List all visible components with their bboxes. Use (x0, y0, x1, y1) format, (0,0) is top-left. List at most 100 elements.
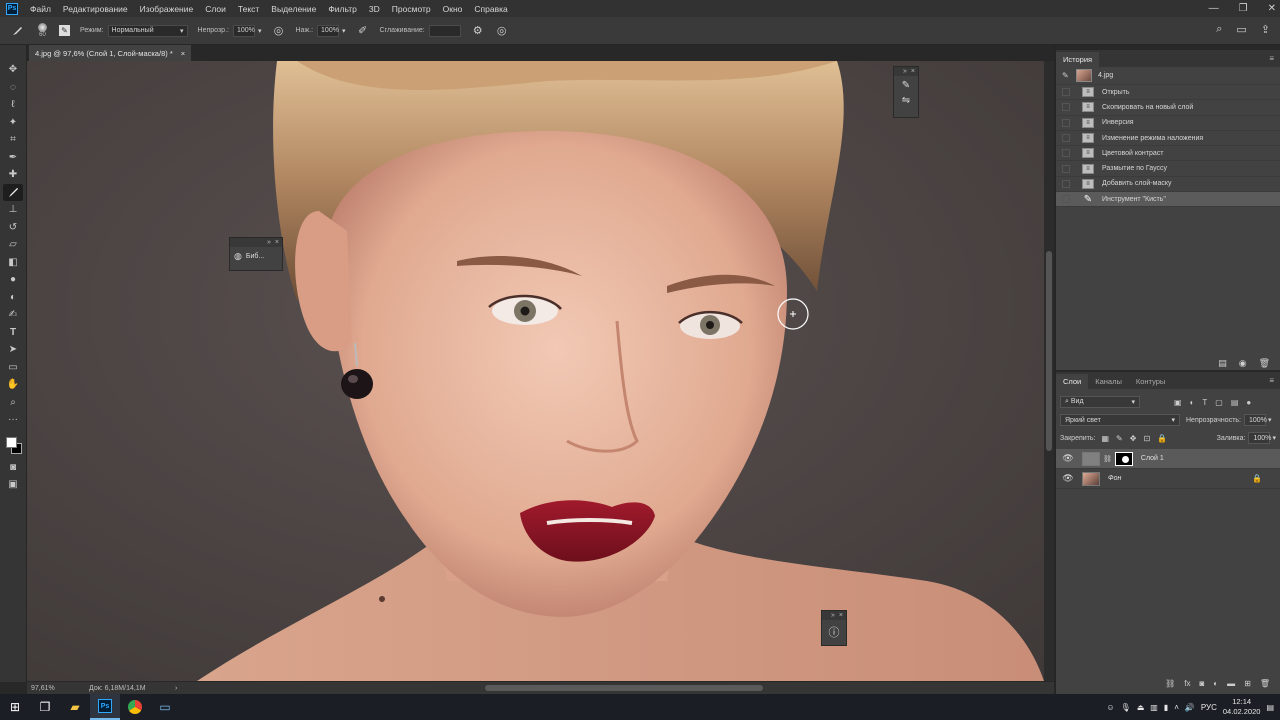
chevron-down-icon[interactable]: ▾ (258, 27, 262, 35)
snapshot-camera-icon[interactable]: ◉ (1239, 358, 1247, 369)
menu-image[interactable]: Изображение (134, 4, 200, 14)
trash-icon[interactable]: 🗑 (1259, 358, 1270, 369)
color-swatches[interactable] (3, 435, 23, 459)
tab-channels[interactable]: Каналы (1088, 374, 1129, 389)
info-icon[interactable]: ⓘ (822, 624, 846, 640)
gradient-tool-icon[interactable]: ◧ (3, 254, 23, 272)
mode-select[interactable]: Нормальный ▾ (107, 24, 188, 37)
tab-paths[interactable]: Контуры (1129, 374, 1172, 389)
menu-3d[interactable]: 3D (363, 4, 386, 14)
layer-opacity-input[interactable]: 100% (1244, 414, 1267, 426)
adjustments-panel-icon[interactable]: ⇋ (894, 95, 918, 106)
eraser-tool-icon[interactable]: ▱ (3, 236, 23, 254)
menu-edit[interactable]: Редактирование (57, 4, 134, 14)
blend-mode-select[interactable]: Яркий свет ▾ (1060, 414, 1180, 426)
search-icon[interactable]: ⌕ (1216, 23, 1222, 36)
collapse-icon[interactable]: » (903, 68, 907, 75)
tab-layers[interactable]: Слои (1056, 374, 1089, 389)
pressure-size-icon[interactable]: ◎ (495, 24, 509, 38)
type-tool-icon[interactable]: T (3, 324, 23, 342)
layer-mask-thumbnail[interactable] (1114, 451, 1133, 466)
history-source-checkbox[interactable] (1062, 134, 1070, 143)
healing-brush-tool-icon[interactable]: ✚ (3, 166, 23, 184)
history-source-checkbox[interactable] (1062, 149, 1070, 158)
screen-mode-icon[interactable]: ▣ (3, 476, 23, 494)
airbrush-icon[interactable]: ✐ (356, 24, 370, 38)
eyedropper-tool-icon[interactable]: ✒ (3, 149, 23, 167)
close-icon[interactable]: × (911, 68, 915, 75)
marquee-tool-icon[interactable]: ◌ (3, 79, 23, 97)
clock[interactable]: 12:14 04.02.2020 (1223, 697, 1261, 717)
rectangle-tool-icon[interactable]: ▭ (3, 359, 23, 377)
collapse-icon[interactable]: » (267, 239, 271, 246)
blur-tool-icon[interactable]: ● (3, 271, 23, 289)
windows-start-icon[interactable]: ⊞ (0, 694, 30, 720)
brush-tool-preset-icon[interactable] (10, 24, 24, 38)
lock-transparency-icon[interactable]: ▦ (1101, 434, 1109, 443)
link-icon[interactable]: ⛓ (1103, 455, 1112, 463)
history-item[interactable]: ≡ Открыть (1056, 85, 1280, 101)
history-item[interactable]: ≡ Добавить слой-маску (1056, 177, 1280, 193)
menu-filter[interactable]: Фильтр (322, 4, 363, 14)
brush-settings-icon[interactable]: ✎ (59, 25, 70, 36)
restore-icon[interactable]: ❐ (1239, 3, 1248, 14)
move-tool-icon[interactable]: ✥ (3, 61, 23, 79)
close-icon[interactable]: × (181, 49, 185, 58)
link-layers-icon[interactable]: ⛓ (1165, 679, 1175, 688)
quick-mask-icon[interactable]: ◙ (3, 459, 23, 477)
opacity-input[interactable]: 100% (232, 24, 255, 37)
layer-row-background[interactable]: 👁 Фон 🔒 (1056, 469, 1280, 489)
history-item[interactable]: ≡ Изменение режима наложения (1056, 131, 1280, 147)
photoshop-taskbar-icon[interactable]: Ps (90, 694, 120, 720)
menu-text[interactable]: Текст (232, 4, 265, 14)
lock-artboard-icon[interactable]: ⊡ (1143, 434, 1150, 443)
horizontal-scroll-thumb[interactable] (485, 685, 763, 691)
foreground-color[interactable] (6, 436, 17, 448)
close-icon[interactable]: × (275, 239, 279, 246)
gear-icon[interactable]: ⚙ (471, 24, 485, 38)
history-item[interactable]: ≡ Инверсия (1056, 116, 1280, 131)
history-brush-tool-icon[interactable]: ↺ (3, 219, 23, 237)
magic-wand-tool-icon[interactable]: ✦ (3, 114, 23, 132)
filter-toggle-icon[interactable]: ● (1246, 398, 1251, 407)
path-selection-tool-icon[interactable]: ➤ (3, 341, 23, 359)
trash-icon[interactable]: 🗑 (1260, 679, 1270, 688)
eye-icon[interactable]: 👁 (1062, 473, 1074, 484)
vertical-scroll-thumb[interactable] (1046, 251, 1052, 451)
document-tab[interactable]: 4.jpg @ 97,6% (Слой 1, Слой-маска/8) * × (29, 45, 192, 61)
volume-icon[interactable]: 🔊 (1185, 703, 1195, 712)
history-source-checkbox[interactable] (1062, 179, 1070, 188)
usb-icon[interactable]: ⏏ (1137, 703, 1145, 712)
brush-size-picker[interactable]: 60 (38, 23, 47, 38)
chrome-icon[interactable] (120, 694, 150, 720)
monitor-app-icon[interactable]: ▭ (150, 694, 180, 720)
status-menu-arrow[interactable]: › (175, 685, 177, 692)
close-icon[interactable]: ✕ (1268, 3, 1276, 14)
filter-shape-icon[interactable]: ▢ (1215, 398, 1223, 407)
smoothing-input[interactable] (428, 24, 461, 37)
tab-history[interactable]: История (1056, 52, 1100, 67)
crop-tool-icon[interactable]: ⌗ (3, 131, 23, 149)
libraries-button[interactable]: ◍ Биб... (230, 247, 282, 266)
filter-adjustment-icon[interactable]: ◐ (1190, 398, 1195, 407)
group-folder-icon[interactable]: ▬ (1227, 679, 1235, 688)
history-source-checkbox[interactable] (1062, 118, 1070, 127)
menu-view[interactable]: Просмотр (386, 4, 437, 14)
history-item[interactable]: ≡ Цветовой контраст (1056, 146, 1280, 162)
pen-tool-icon[interactable]: ✍ (3, 306, 23, 324)
zoom-tool-icon[interactable]: ⌕ (3, 394, 23, 412)
history-item-selected[interactable]: ✎ Инструмент "Кисть" (1056, 192, 1280, 208)
new-layer-icon[interactable]: ⊞ (1244, 679, 1251, 688)
notifications-icon[interactable]: ▤ (1266, 703, 1274, 712)
chevron-down-icon[interactable]: ▾ (1268, 416, 1272, 424)
lock-all-icon[interactable]: 🔒 (1157, 434, 1167, 443)
brush-tool-icon[interactable] (3, 183, 23, 201)
lock-position-icon[interactable]: ✥ (1130, 434, 1137, 443)
history-source-checkbox[interactable] (1062, 88, 1070, 97)
dodge-tool-icon[interactable]: ◐ (3, 289, 23, 307)
panel-menu-icon[interactable]: ≡ (1269, 376, 1274, 385)
history-source-checkbox[interactable] (1062, 195, 1070, 204)
filter-pixel-icon[interactable]: ▣ (1174, 398, 1182, 407)
hand-tool-icon[interactable]: ✋ (3, 376, 23, 394)
menu-file[interactable]: Файл (24, 4, 57, 14)
